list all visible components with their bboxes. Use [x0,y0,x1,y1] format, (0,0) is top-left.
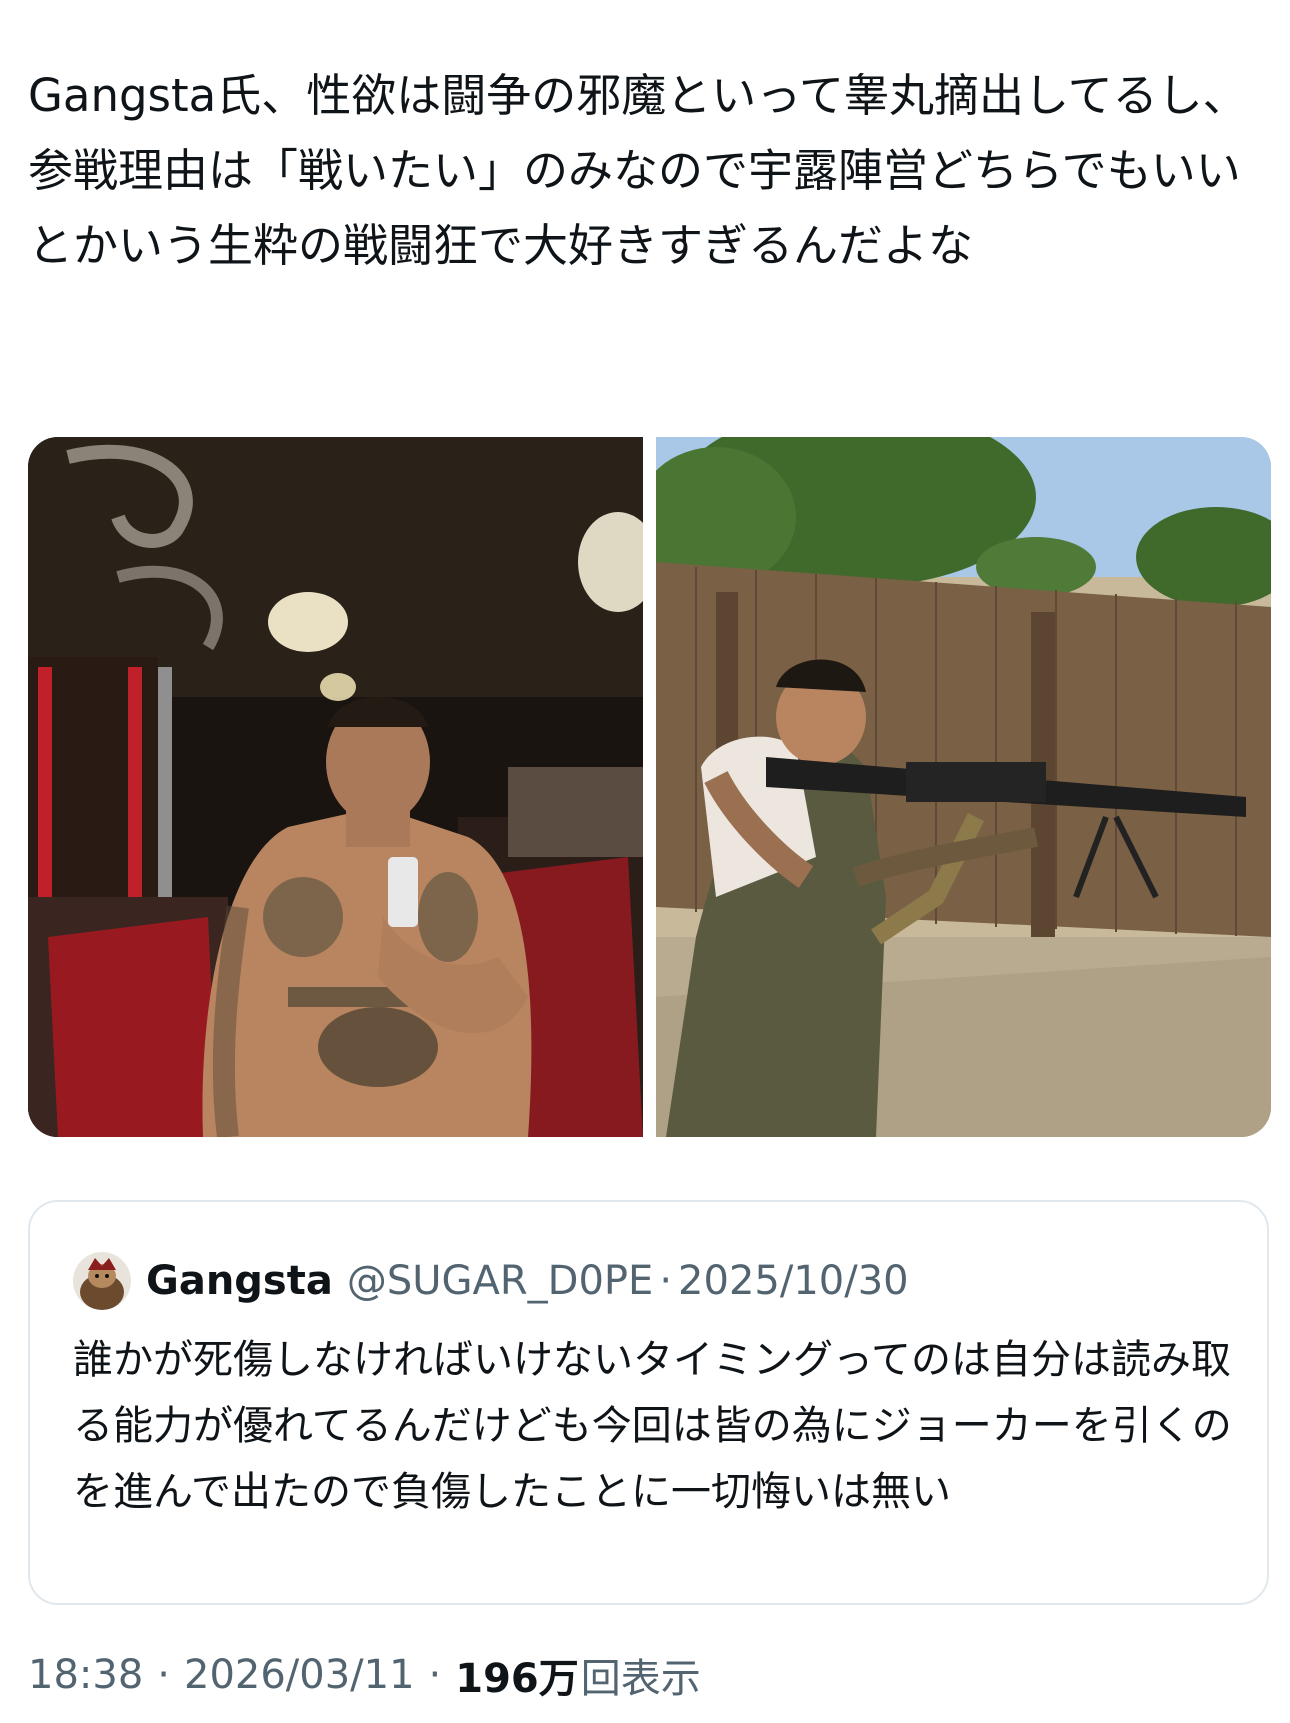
views-label: 回表示 [580,1656,701,1702]
machine-gun-photo-image [656,437,1271,1137]
views-count-number: 196 [455,1656,539,1702]
views-count: 196万 [455,1646,579,1704]
tweet-date[interactable]: 2026/03/11 [184,1652,415,1698]
quoted-tweet-header: Gangsta @SUGAR_D0PE · 2025/10/30 [73,1249,909,1313]
quoted-author-name[interactable]: Gangsta [146,1258,333,1304]
meta-separator-2: · [428,1652,442,1698]
quoted-author-handle[interactable]: @SUGAR_D0PE [347,1258,653,1304]
meta-separator: · [157,1652,170,1698]
quoted-tweet-text: 誰かが死傷しなければいけないタイミングってのは自分は読み取る能力が優れてるんだけ… [73,1337,1232,1515]
views-count-unit: 万 [538,1656,579,1702]
quoted-separator: · [659,1258,673,1304]
media-photo-machine-gun[interactable] [656,437,1271,1137]
tweet-meta: 18:38 · 2026/03/11 · 196万 回表示 [28,1645,701,1705]
tweet-text: Gangsta氏、性欲は闘争の邪魔といって睾丸摘出してるし、参戦理由は「戦いたい… [28,69,1248,272]
quoted-date[interactable]: 2025/10/30 [678,1258,909,1304]
gym-photo-image [28,437,643,1137]
quoted-tweet-card[interactable]: Gangsta @SUGAR_D0PE · 2025/10/30 誰かが死傷しな… [28,1200,1269,1605]
media-photo-gym[interactable] [28,437,643,1137]
media-grid [28,437,1271,1137]
avatar-icon[interactable] [73,1252,131,1310]
tweet-time[interactable]: 18:38 [28,1652,143,1698]
